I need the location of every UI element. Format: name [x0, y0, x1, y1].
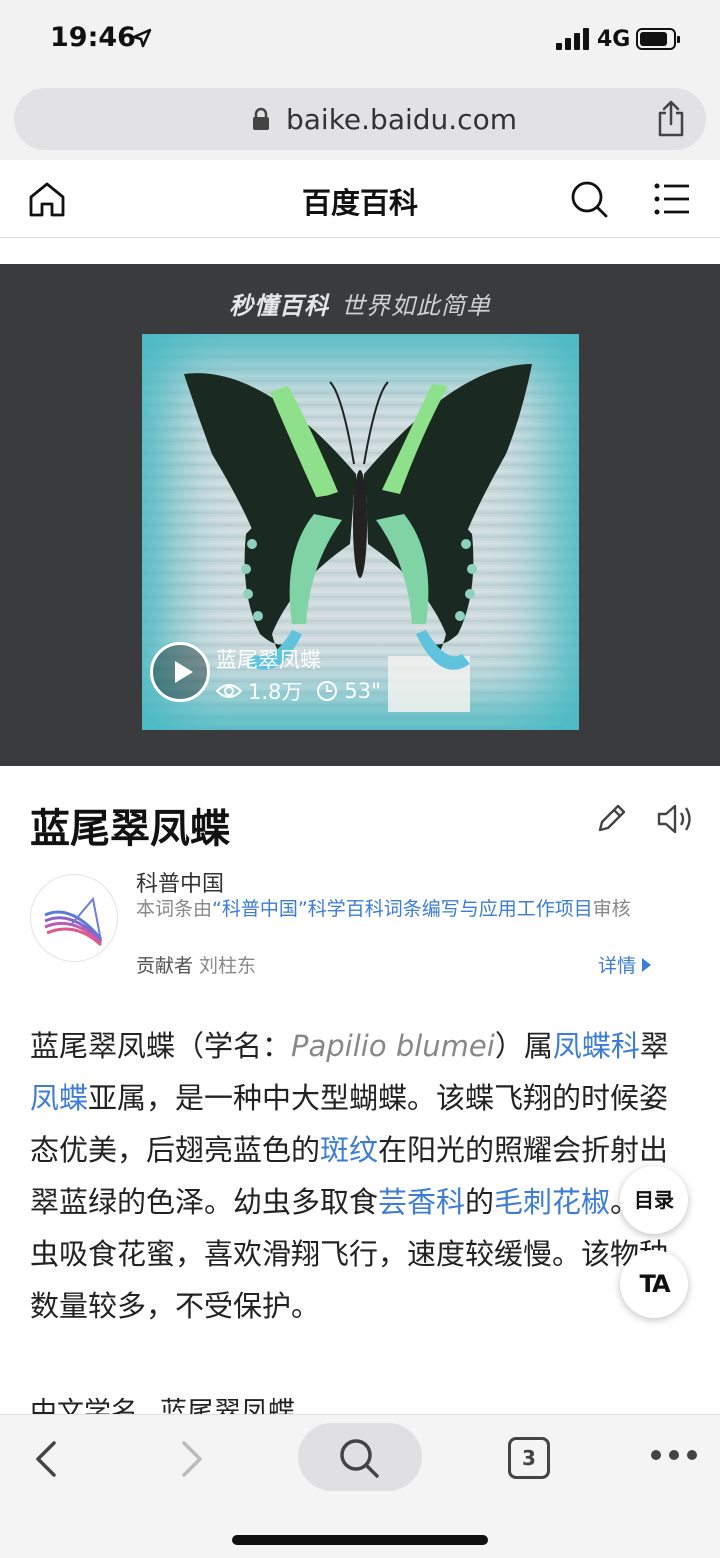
para-text: 蓝尾翠凤蝶（学名：	[30, 1029, 292, 1063]
link-zanthoxylum[interactable]: 毛刺花椒	[494, 1185, 610, 1219]
back-icon[interactable]	[32, 1439, 62, 1479]
contributor-label: 贡献者	[136, 955, 194, 977]
toolbar-search-button[interactable]	[298, 1423, 422, 1491]
location-arrow-icon	[132, 28, 152, 48]
source-desc-suffix: 审核	[592, 898, 631, 920]
play-button[interactable]	[150, 642, 210, 702]
lock-icon	[253, 107, 269, 130]
source-name: 科普中国	[136, 872, 225, 897]
kepu-logo-icon	[44, 896, 103, 947]
search-icon[interactable]	[570, 180, 608, 218]
details-label: 详情	[598, 955, 637, 977]
hidden-tab-strip	[0, 238, 720, 264]
scientific-name: Papilio blumei	[291, 1029, 495, 1063]
search-icon	[340, 1439, 379, 1478]
source-description: 本词条由“科普中国”科学百科词条编写与应用工作项目审核	[136, 896, 656, 922]
more-icon[interactable]	[650, 1447, 698, 1463]
browser-toolbar: 3	[0, 1414, 720, 1558]
caret-right-icon	[642, 958, 652, 972]
site-title: 百度百科	[301, 186, 418, 220]
clock-icon	[317, 681, 338, 701]
video-title: 蓝尾翠凤蝶	[216, 648, 321, 672]
para-text: 翠	[639, 1029, 669, 1063]
brand-name: 秒懂百科	[229, 292, 329, 320]
network-type: 4G	[597, 27, 631, 52]
speaker-icon[interactable]	[656, 802, 694, 836]
para-text: ）属	[494, 1029, 553, 1063]
tabs-button[interactable]: 3	[508, 1437, 550, 1479]
para-text: 的	[465, 1185, 495, 1219]
brand-slogan: 世界如此简单	[341, 292, 491, 320]
eye-icon	[216, 684, 242, 698]
share-icon[interactable]	[654, 100, 688, 138]
video-views: 1.8万	[248, 680, 303, 704]
signal-icon	[556, 28, 589, 50]
url-text: baike.baidu.com	[286, 103, 517, 136]
address-bar[interactable]: baike.baidu.com	[14, 88, 706, 150]
contributor-name[interactable]: 刘柱东	[199, 955, 256, 977]
source-logo[interactable]	[30, 874, 118, 962]
video-panel[interactable]: 秒懂百科 世界如此简单 蓝尾翠凤蝶 1.8万 53"	[0, 264, 720, 766]
battery-level	[640, 32, 667, 46]
link-papilionidae[interactable]: 凤蝶科	[553, 1029, 640, 1063]
toc-button[interactable]: 目录	[620, 1166, 688, 1234]
site-header: 百度百科	[0, 160, 720, 238]
forward-icon[interactable]	[176, 1439, 206, 1479]
edit-icon[interactable]	[594, 802, 628, 836]
home-indicator	[232, 1535, 488, 1545]
font-size-button[interactable]: TA	[620, 1250, 688, 1318]
details-link[interactable]: 详情	[598, 951, 652, 978]
battery-icon	[636, 28, 680, 50]
source-project-link[interactable]: “科普中国”科学百科词条编写与应用工作项目	[212, 898, 593, 920]
source-desc-prefix: 本词条由	[136, 898, 213, 920]
menu-icon[interactable]	[654, 182, 690, 216]
article-title: 蓝尾翠凤蝶	[30, 806, 230, 852]
status-time: 19:46	[50, 22, 136, 53]
status-bar: 19:46 4G	[0, 0, 720, 80]
link-papilio[interactable]: 凤蝶	[30, 1081, 88, 1115]
contributor: 贡献者 刘柱东	[136, 951, 256, 978]
video-duration: 53"	[344, 679, 381, 703]
link-rutaceae[interactable]: 芸香科	[378, 1185, 465, 1219]
browser-url-area: baike.baidu.com	[0, 80, 720, 160]
summary-paragraph: 蓝尾翠凤蝶（学名：Papilio blumei）属凤蝶科翠凤蝶亚属，是一种中大型…	[30, 1020, 692, 1332]
link-markings[interactable]: 斑纹	[320, 1133, 378, 1167]
video-stats: 1.8万 53"	[216, 676, 381, 706]
video-brand: 秒懂百科 世界如此简单	[0, 286, 720, 321]
